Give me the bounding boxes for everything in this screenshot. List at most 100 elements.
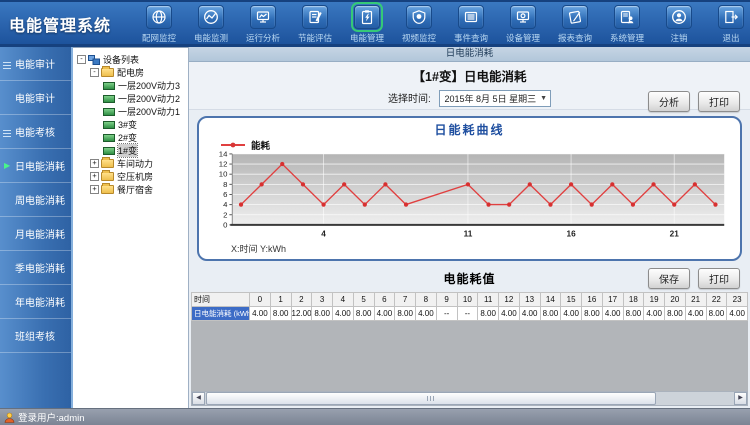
table-cell: 8.00	[312, 307, 333, 321]
col-header-hour: 5	[353, 293, 374, 307]
col-header-hour: 17	[602, 293, 623, 307]
tree-row-10[interactable]: +餐厅宿舍	[77, 183, 186, 196]
expand-icon[interactable]: +	[90, 159, 99, 168]
tree-row-6[interactable]: 2#变	[77, 131, 186, 144]
tree-row-2[interactable]: 一层200V动力3	[77, 79, 186, 92]
col-header-hour: 15	[561, 293, 582, 307]
sidebar-item-label: 班组考核	[15, 328, 55, 343]
save-button[interactable]: 保存	[648, 268, 690, 289]
svg-text:16: 16	[566, 230, 576, 239]
chart-legend: 能耗	[207, 138, 732, 151]
sidebar-item-4[interactable]: 周电能消耗	[0, 183, 71, 217]
tree-item-label: 配电房	[117, 66, 144, 79]
sidebar-item-2[interactable]: 电能考核	[0, 115, 71, 149]
col-header-hour: 23	[727, 293, 748, 307]
toolbar-item-exit[interactable]: 退出	[705, 4, 750, 44]
table-cell: 8.00	[665, 307, 686, 321]
energy-mgmt-icon	[354, 5, 380, 29]
toolbar-item-label: 设备管理	[506, 32, 540, 44]
grid-monitor-icon	[146, 5, 172, 29]
toolbar-item-energy-eval[interactable]: 节能评估	[289, 4, 341, 44]
toolbar-item-run-analysis[interactable]: 运行分析	[237, 4, 289, 44]
sidebar-item-label: 周电能消耗	[15, 192, 65, 207]
collapse-icon[interactable]: -	[90, 68, 99, 77]
toolbar-item-report-query[interactable]: 报表查询	[549, 4, 601, 44]
tree-item-label: 空压机房	[117, 170, 153, 183]
tree-item-label: 车间动力	[117, 157, 153, 170]
tree-row-1[interactable]: - 配电房	[77, 66, 186, 79]
left-sidebar: 电能审计电能审计电能考核▶日电能消耗周电能消耗月电能消耗季电能消耗年电能消耗班组…	[0, 47, 73, 408]
table-cell: --	[436, 307, 457, 321]
sidebar-item-8[interactable]: 班组考核	[0, 319, 71, 353]
device-tree-panel: -设备列表-配电房一层200V动力3一层200V动力2一层200V动力13#变2…	[73, 47, 189, 408]
row-label: 日电能消耗 (kWh)	[192, 307, 250, 321]
col-header-hour: 11	[478, 293, 499, 307]
menu-lines-icon	[3, 128, 11, 136]
toolbar-item-system-mgmt[interactable]: 系统管理	[601, 4, 653, 44]
scrollbar-track[interactable]	[205, 392, 734, 405]
toolbar-item-energy-monitor[interactable]: 电能监测	[185, 4, 237, 44]
tree-row-9[interactable]: + 空压机房	[77, 170, 186, 183]
folder-icon	[101, 185, 114, 194]
table-cell: 8.00	[270, 307, 291, 321]
col-header-hour: 4	[333, 293, 354, 307]
svg-text:8: 8	[223, 180, 227, 189]
col-header-hour: 21	[685, 293, 706, 307]
table-cell: 4.00	[416, 307, 437, 321]
sidebar-item-6[interactable]: 季电能消耗	[0, 251, 71, 285]
tree-row-0[interactable]: -设备列表	[77, 53, 186, 66]
expand-icon[interactable]: +	[90, 185, 99, 194]
leaf-icon	[103, 147, 115, 155]
leaf-icon	[103, 82, 115, 90]
legend-label: 能耗	[251, 138, 270, 152]
toolbar-item-grid-monitor[interactable]: 配网监控	[133, 4, 185, 44]
horizontal-scrollbar[interactable]: ◀ ▶	[191, 391, 748, 406]
col-header-hour: 8	[416, 293, 437, 307]
toolbar-item-label: 退出	[723, 32, 740, 44]
toolbar-item-video-monitor[interactable]: 视频监控	[393, 4, 445, 44]
scroll-left-arrow[interactable]: ◀	[192, 392, 205, 405]
device-list-icon	[88, 55, 100, 65]
sidebar-item-1[interactable]: 电能审计	[0, 81, 71, 115]
toolbar-item-label: 电能管理	[350, 32, 384, 44]
col-header-hour: 2	[291, 293, 312, 307]
col-header-time: 时间	[192, 293, 250, 307]
svg-text:6: 6	[223, 190, 227, 199]
col-header-hour: 16	[582, 293, 603, 307]
energy-eval-icon	[302, 5, 328, 29]
toolbar-item-event-query[interactable]: 事件查询	[445, 4, 497, 44]
sidebar-item-7[interactable]: 年电能消耗	[0, 285, 71, 319]
sidebar-item-3[interactable]: ▶日电能消耗	[0, 149, 71, 183]
device-mgmt-icon	[510, 5, 536, 29]
col-header-hour: 1	[270, 293, 291, 307]
toolbar-item-device-mgmt[interactable]: 设备管理	[497, 4, 549, 44]
table-print-button[interactable]: 打印	[698, 268, 740, 289]
tree-row-7[interactable]: 1#变	[77, 144, 186, 157]
scrollbar-thumb[interactable]	[206, 392, 656, 405]
tree-row-4[interactable]: 一层200V动力1	[77, 105, 186, 118]
sidebar-item-0[interactable]: 电能审计	[0, 47, 71, 81]
legend-line-icon	[221, 141, 247, 149]
tree-row-8[interactable]: + 车间动力	[77, 157, 186, 170]
tree-row-5[interactable]: 3#变	[77, 118, 186, 131]
table-cell: 8.00	[478, 307, 499, 321]
analyze-button[interactable]: 分析	[648, 91, 690, 112]
col-header-hour: 7	[395, 293, 416, 307]
sidebar-item-label: 电能审计	[15, 90, 55, 105]
sidebar-item-5[interactable]: 月电能消耗	[0, 217, 71, 251]
toolbar-item-logout[interactable]: 注销	[653, 4, 705, 44]
svg-text:10: 10	[219, 170, 228, 179]
tree-row-3[interactable]: 一层200V动力2	[77, 92, 186, 105]
table-cell: 4.00	[519, 307, 540, 321]
table-section: 电能耗值 保存 打印 时间012345678910111213141516171…	[189, 265, 750, 408]
user-icon	[4, 412, 15, 423]
date-dropdown[interactable]: 2015年 8月 5日 星期三 ▼	[439, 90, 551, 107]
toolbar-item-energy-mgmt[interactable]: 电能管理	[341, 4, 393, 44]
leaf-icon	[103, 134, 115, 142]
expand-icon[interactable]: +	[90, 172, 99, 181]
collapse-icon[interactable]: -	[77, 55, 86, 64]
table-cell: 4.00	[727, 307, 748, 321]
scroll-right-arrow[interactable]: ▶	[734, 392, 747, 405]
content-tab[interactable]: 日电能消耗	[189, 47, 750, 62]
print-button[interactable]: 打印	[698, 91, 740, 112]
